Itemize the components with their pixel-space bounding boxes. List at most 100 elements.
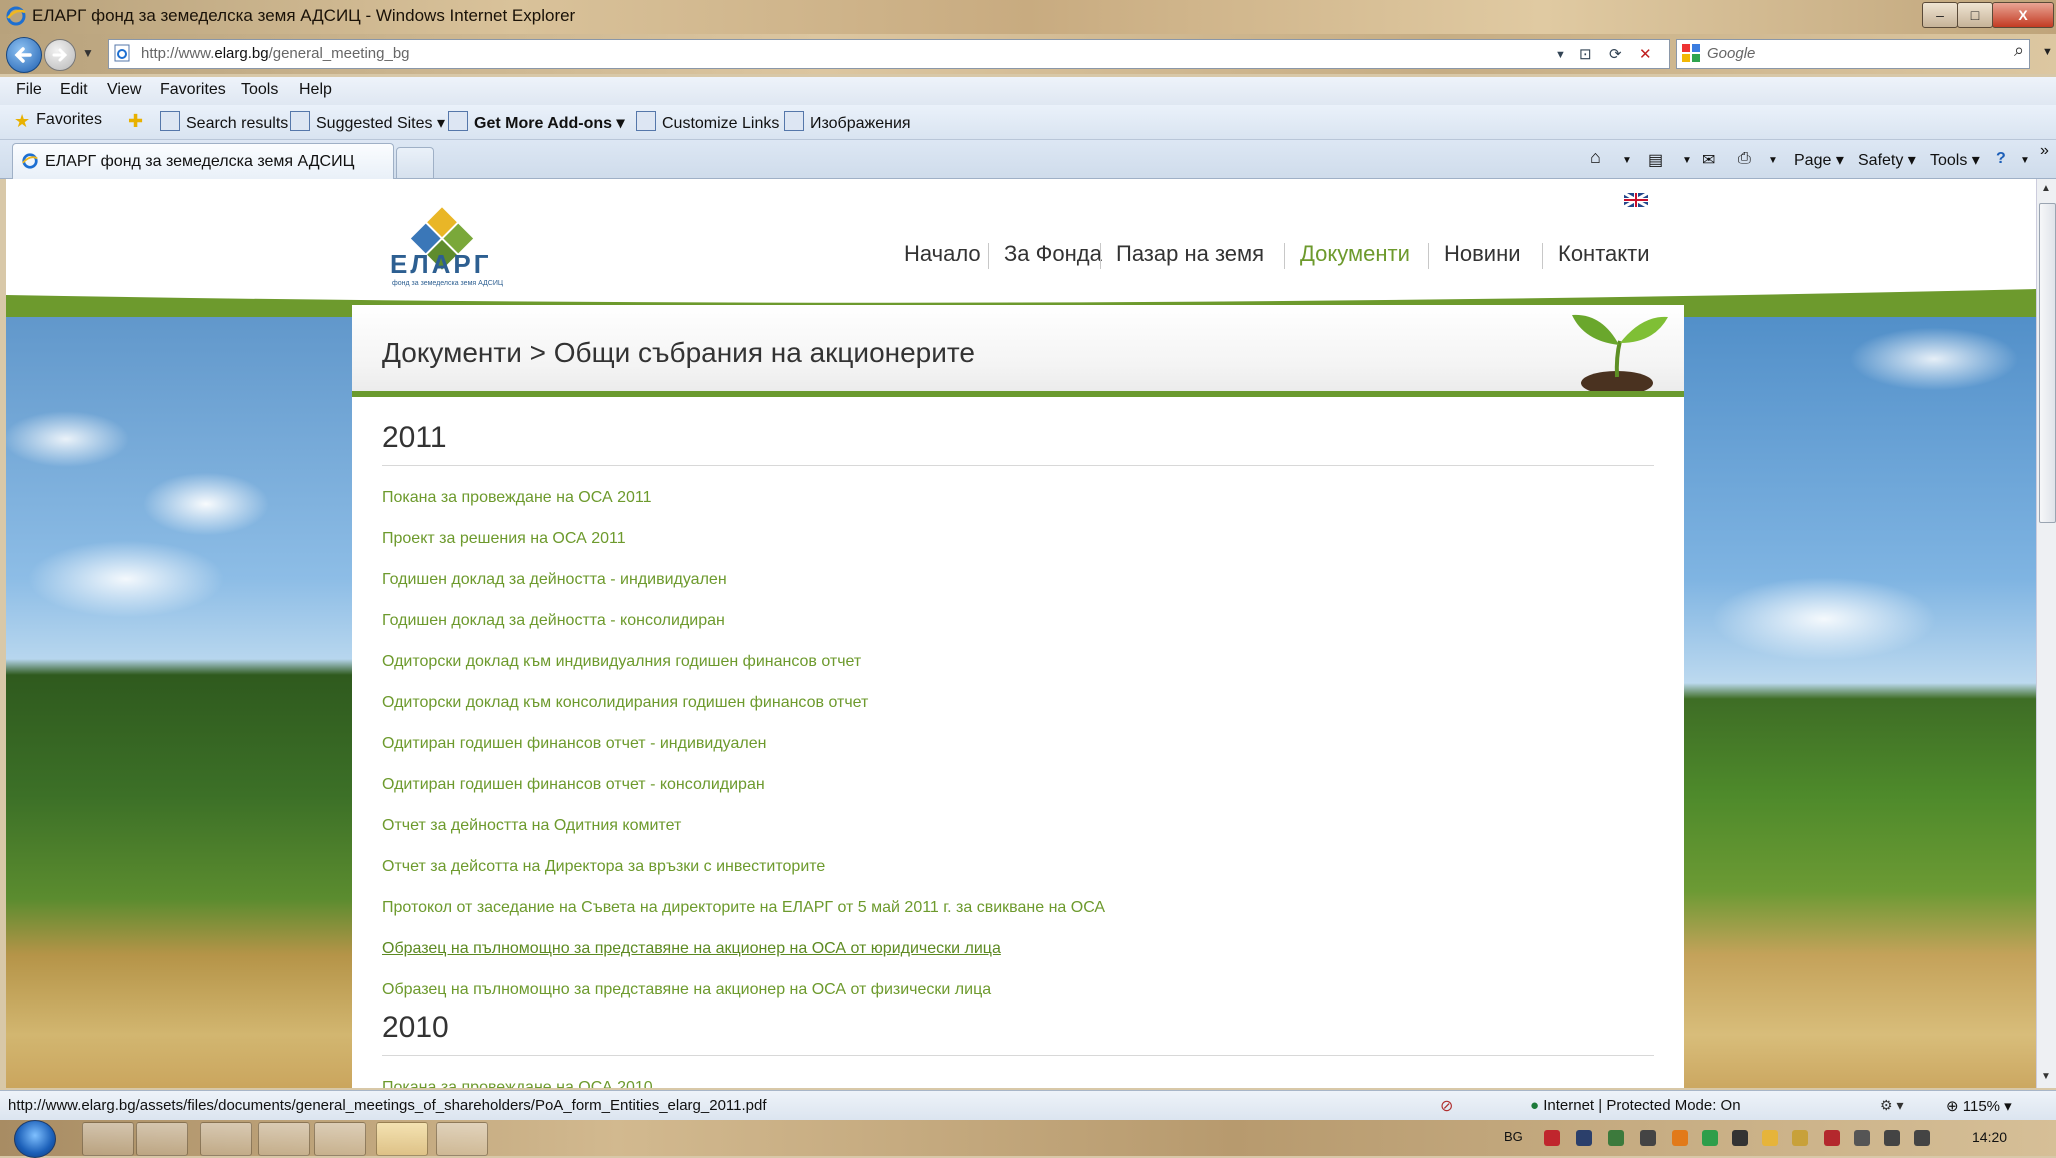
help-dropdown-icon[interactable]: ▼ bbox=[2020, 155, 2030, 166]
back-button[interactable] bbox=[6, 37, 42, 73]
fav-get-more-addons[interactable]: Get More Add-ons ▾ bbox=[448, 111, 625, 133]
tray-opera-icon[interactable] bbox=[1544, 1130, 1560, 1146]
page-menu[interactable]: Page ▾ bbox=[1794, 150, 1844, 170]
print-dropdown-icon[interactable]: ▼ bbox=[1768, 155, 1778, 166]
favorites-button[interactable]: ★ Favorites bbox=[14, 111, 102, 131]
globe-icon: ● bbox=[1530, 1097, 1544, 1114]
help-icon[interactable]: ? bbox=[1996, 150, 2006, 168]
taskbar-media-button[interactable] bbox=[200, 1122, 252, 1156]
vertical-scrollbar[interactable]: ▲ ▼ bbox=[2036, 179, 2056, 1088]
taskbar-player-button[interactable] bbox=[258, 1122, 310, 1156]
menu-edit[interactable]: Edit bbox=[60, 81, 88, 99]
menu-tools[interactable]: Tools bbox=[241, 81, 278, 99]
tray-app-icon[interactable] bbox=[1608, 1130, 1624, 1146]
nav-land-market[interactable]: Пазар на земя bbox=[1116, 241, 1264, 267]
language-indicator[interactable]: BG bbox=[1504, 1129, 1523, 1144]
menu-file[interactable]: File bbox=[16, 81, 42, 99]
scroll-down-icon[interactable]: ▼ bbox=[2041, 1071, 2051, 1082]
tray-app-icon[interactable] bbox=[1702, 1130, 1718, 1146]
doc-link[interactable]: Покана за провеждане на ОСА 2010 bbox=[382, 1079, 653, 1088]
maximize-button[interactable]: □ bbox=[1957, 2, 1993, 28]
nav-about[interactable]: За Фонда bbox=[1004, 241, 1102, 267]
compatibility-view-icon[interactable]: ⊡ bbox=[1579, 45, 1592, 63]
new-tab-button[interactable] bbox=[396, 147, 434, 178]
tray-app-icon[interactable] bbox=[1824, 1130, 1840, 1146]
search-icon[interactable]: ⌕ bbox=[2014, 40, 2024, 61]
year-heading-2011: 2011 bbox=[382, 421, 447, 454]
nav-news[interactable]: Новини bbox=[1444, 241, 1521, 267]
nav-home[interactable]: Начало bbox=[904, 241, 981, 267]
nav-separator bbox=[1428, 243, 1429, 269]
english-flag-icon[interactable] bbox=[1624, 193, 1648, 207]
tray-volume-icon[interactable] bbox=[1914, 1130, 1930, 1146]
taskbar-ie-button[interactable] bbox=[82, 1122, 134, 1156]
fav-suggested-sites[interactable]: Suggested Sites ▾ bbox=[290, 111, 445, 133]
tray-app-icon[interactable] bbox=[1792, 1130, 1808, 1146]
taskbar-explorer-button[interactable] bbox=[136, 1122, 188, 1156]
doc-link[interactable]: Годишен доклад за дейността - консолидир… bbox=[382, 612, 725, 630]
scroll-up-icon[interactable]: ▲ bbox=[2041, 183, 2051, 194]
doc-link[interactable]: Протокол от заседание на Съвета на дирек… bbox=[382, 899, 1105, 917]
tab-elarg[interactable]: ЕЛАРГ фонд за земеделска земя АДСИЦ bbox=[12, 143, 394, 179]
nav-documents[interactable]: Документи bbox=[1300, 241, 1410, 267]
tray-app-icon[interactable] bbox=[1732, 1130, 1748, 1146]
taskbar-app-button[interactable] bbox=[436, 1122, 488, 1156]
home-dropdown-icon[interactable]: ▼ bbox=[1622, 155, 1632, 166]
toolbar-overflow-icon[interactable]: » bbox=[2040, 142, 2049, 160]
tools-menu[interactable]: Tools ▾ bbox=[1930, 150, 1980, 170]
scrollbar-thumb[interactable] bbox=[2039, 203, 2056, 523]
print-icon[interactable]: ⎙ bbox=[1738, 150, 1751, 168]
nav-contacts[interactable]: Контакти bbox=[1558, 241, 1650, 267]
close-button[interactable]: X bbox=[1992, 2, 2054, 28]
fav-customize-links[interactable]: Customize Links bbox=[636, 111, 779, 133]
search-options-icon[interactable]: ▼ bbox=[2042, 46, 2053, 58]
zoom-level[interactable]: ⊕ 115% ▾ bbox=[1946, 1097, 2012, 1115]
tray-app-icon[interactable] bbox=[1762, 1130, 1778, 1146]
doc-link[interactable]: Одитиран годишен финансов отчет - индиви… bbox=[382, 735, 766, 753]
doc-link[interactable]: Проект за решения на ОСА 2011 bbox=[382, 530, 626, 548]
safety-menu[interactable]: Safety ▾ bbox=[1858, 150, 1916, 170]
doc-link[interactable]: Образец на пълномощно за представяне на … bbox=[382, 981, 991, 999]
start-button[interactable] bbox=[14, 1120, 56, 1158]
add-to-favorites-icon[interactable]: ✚ bbox=[128, 111, 143, 132]
menu-view[interactable]: View bbox=[107, 81, 141, 99]
menu-help[interactable]: Help bbox=[299, 81, 332, 99]
taskbar-active-ie-button[interactable] bbox=[376, 1122, 428, 1156]
add-ons-status-icon[interactable]: ⚙ ▾ bbox=[1880, 1097, 1903, 1114]
feeds-icon[interactable]: ▤ bbox=[1648, 150, 1663, 170]
recent-pages-dropdown-icon[interactable]: ▼ bbox=[82, 46, 94, 60]
doc-link-hovered[interactable]: Образец на пълномощно за представяне на … bbox=[382, 940, 1001, 958]
doc-link[interactable]: Одитиран годишен финансов отчет - консол… bbox=[382, 776, 765, 794]
feeds-dropdown-icon[interactable]: ▼ bbox=[1682, 155, 1692, 166]
tray-app-icon[interactable] bbox=[1672, 1130, 1688, 1146]
fav-search-results[interactable]: Search results bbox=[160, 111, 288, 133]
clock[interactable]: 14:20 bbox=[1972, 1129, 2007, 1145]
star-icon: ★ bbox=[14, 111, 31, 131]
fav-images[interactable]: Изображения bbox=[784, 111, 911, 133]
tray-network-icon[interactable] bbox=[1576, 1130, 1592, 1146]
refresh-icon[interactable]: ⟳ bbox=[1609, 45, 1622, 63]
mail-icon[interactable]: ✉ bbox=[1702, 150, 1715, 170]
search-box[interactable]: Google bbox=[1676, 39, 2030, 69]
stop-icon[interactable]: ✕ bbox=[1639, 45, 1652, 63]
window-title: ЕЛАРГ фонд за земеделска земя АДСИЦ - Wi… bbox=[32, 6, 576, 25]
home-icon[interactable]: ⌂ bbox=[1590, 147, 1601, 168]
minimize-button[interactable]: – bbox=[1922, 2, 1958, 28]
forward-button[interactable] bbox=[44, 39, 76, 71]
doc-link[interactable]: Одиторски доклад към индивидуалния годиш… bbox=[382, 653, 861, 671]
doc-link[interactable]: Одиторски доклад към консолидирания годи… bbox=[382, 694, 868, 712]
tray-app-icon[interactable] bbox=[1640, 1130, 1656, 1146]
doc-link[interactable]: Отчет за дейността на Одитния комитет bbox=[382, 817, 681, 835]
tray-app-icon[interactable] bbox=[1854, 1130, 1870, 1146]
address-dropdown-icon[interactable]: ▼ bbox=[1555, 49, 1566, 61]
doc-link[interactable]: Годишен доклад за дейността - индивидуал… bbox=[382, 571, 727, 589]
doc-link[interactable]: Покана за провеждане на ОСА 2011 bbox=[382, 489, 651, 507]
taskbar-app-button[interactable] bbox=[314, 1122, 366, 1156]
menu-favorites[interactable]: Favorites bbox=[160, 81, 226, 99]
privacy-icon[interactable]: ⊘ bbox=[1440, 1096, 1453, 1116]
tray-network-status-icon[interactable] bbox=[1884, 1130, 1900, 1146]
doc-link[interactable]: Отчет за дейсотта на Директора за връзки… bbox=[382, 858, 825, 876]
search-input[interactable]: Google bbox=[1707, 45, 1755, 62]
address-bar[interactable]: http://www.elarg.bg/general_meeting_bg ▼… bbox=[108, 39, 1670, 69]
security-zone[interactable]: ● Internet | Protected Mode: On bbox=[1530, 1097, 1741, 1114]
